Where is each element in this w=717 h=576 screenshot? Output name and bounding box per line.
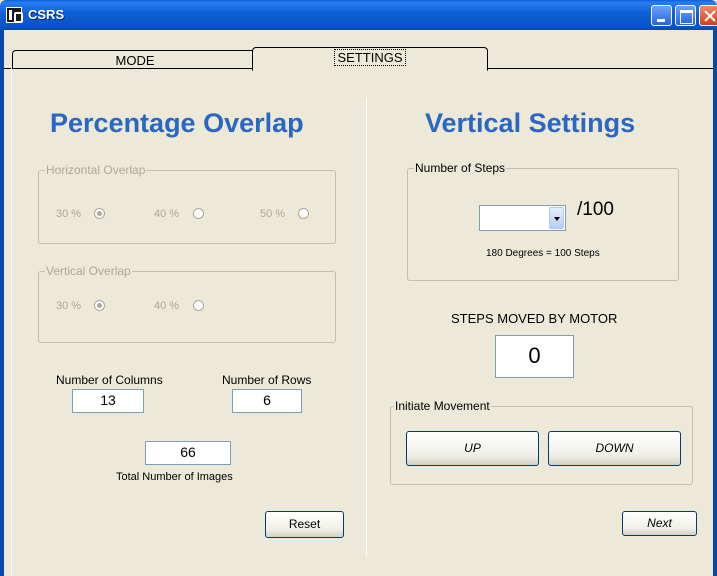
- chevron-down-icon[interactable]: [549, 207, 564, 229]
- vertical-overlap-title: Vertical Overlap: [45, 264, 132, 278]
- horizontal-50-radio[interactable]: [298, 208, 309, 219]
- vertical-settings-heading: Vertical Settings: [425, 108, 636, 138]
- next-button[interactable]: Next: [622, 511, 697, 536]
- steps-dropdown[interactable]: [479, 205, 566, 231]
- horizontal-30-radio[interactable]: [94, 208, 105, 219]
- down-button[interactable]: DOWN: [548, 431, 681, 466]
- rows-field[interactable]: 6: [232, 389, 302, 413]
- total-images-field[interactable]: 66: [145, 441, 231, 465]
- horizontal-overlap-title: Horizontal Overlap: [45, 163, 147, 177]
- vertical-40-radio[interactable]: [193, 300, 204, 311]
- window-title: CSRS: [28, 7, 65, 22]
- tab-settings-label: SETTINGS: [334, 49, 406, 66]
- vertical-30-label: 30 %: [56, 300, 82, 312]
- horizontal-40-label: 40 %: [154, 208, 180, 220]
- columns-field[interactable]: 13: [72, 389, 144, 413]
- horizontal-30-label: 30 %: [56, 208, 82, 220]
- horizontal-40-radio[interactable]: [193, 208, 204, 219]
- rows-label: Number of Rows: [222, 373, 312, 387]
- horizontal-50-label: 50 %: [260, 208, 286, 220]
- motor-steps-label: STEPS MOVED BY MOTOR: [451, 311, 618, 326]
- app-icon: [6, 7, 23, 23]
- percentage-overlap-heading: Percentage Overlap: [50, 108, 304, 138]
- vertical-30-radio[interactable]: [94, 300, 105, 311]
- panel-divider: [366, 98, 367, 556]
- tab-settings[interactable]: SETTINGS: [252, 47, 488, 71]
- up-button[interactable]: UP: [406, 431, 539, 466]
- tab-mode-label: MODE: [115, 53, 155, 68]
- vertical-overlap-group: Vertical Overlap: [38, 264, 336, 343]
- window-frame-left: [0, 30, 4, 576]
- app-window: CSRS MODE SETTINGS Percentage Overlap Ho…: [0, 0, 717, 576]
- initiate-movement-title: Initiate Movement: [394, 399, 491, 413]
- window-frame-right: [713, 30, 717, 576]
- horizontal-overlap-group: Horizontal Overlap: [38, 163, 336, 244]
- total-images-label: Total Number of Images: [116, 471, 233, 483]
- minimize-button[interactable]: [651, 5, 672, 26]
- title-bar[interactable]: CSRS: [0, 0, 717, 30]
- close-button[interactable]: [699, 5, 717, 26]
- motor-steps-display: 0: [495, 335, 574, 378]
- steps-suffix: /100: [577, 199, 614, 220]
- maximize-button[interactable]: [675, 5, 696, 26]
- steps-note: 180 Degrees = 100 Steps: [486, 248, 600, 259]
- number-of-steps-title: Number of Steps: [414, 161, 507, 175]
- columns-label: Number of Columns: [56, 373, 163, 387]
- reset-button[interactable]: Reset: [265, 511, 344, 538]
- tab-mode[interactable]: MODE: [12, 50, 258, 68]
- vertical-40-label: 40 %: [154, 300, 180, 312]
